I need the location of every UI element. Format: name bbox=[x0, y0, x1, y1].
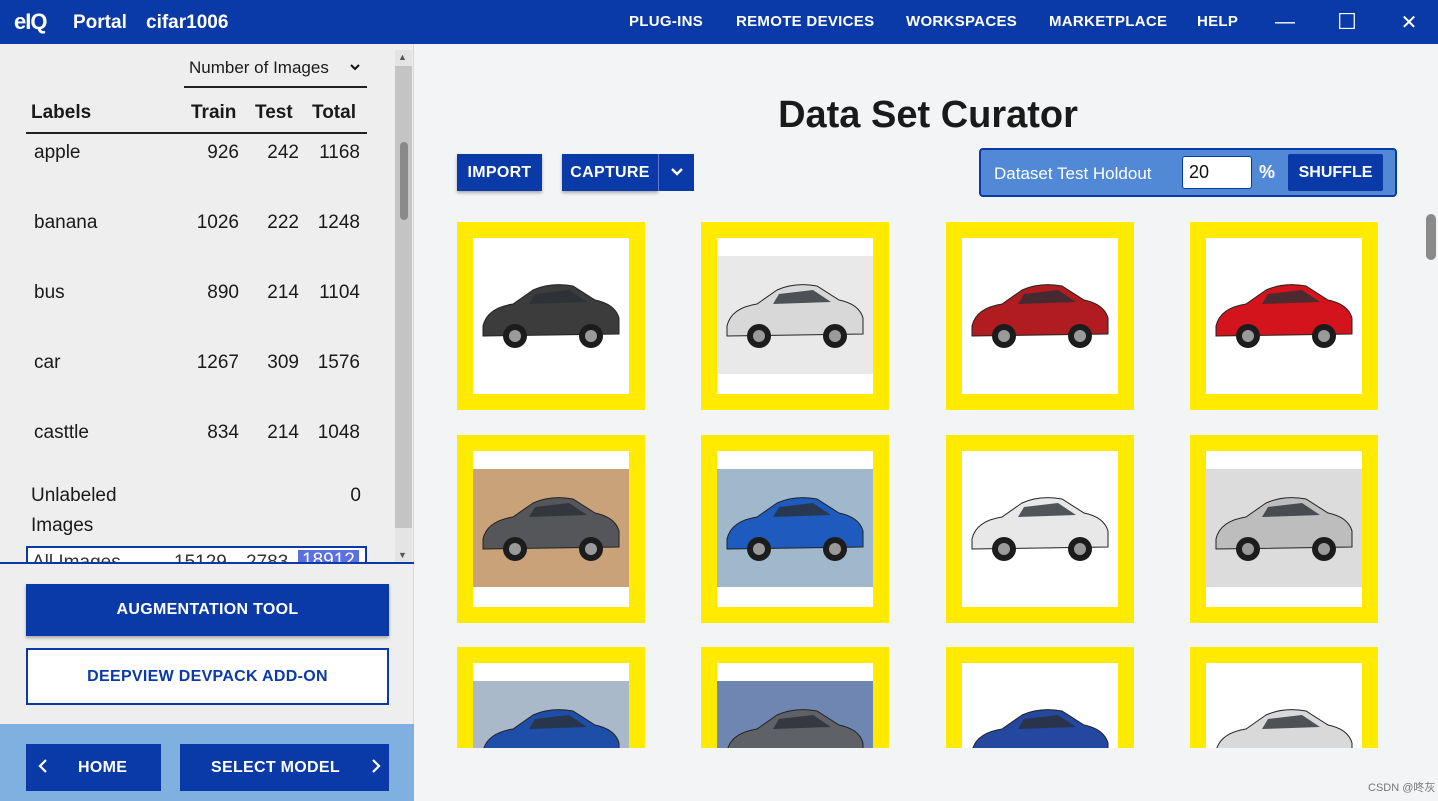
select-model-button[interactable]: SELECT MODEL bbox=[180, 744, 389, 791]
car-image-10 bbox=[717, 663, 873, 748]
chevron-left-icon bbox=[38, 756, 48, 779]
image-tile[interactable] bbox=[457, 435, 645, 623]
car-image-2 bbox=[717, 238, 873, 394]
image-tile[interactable] bbox=[946, 435, 1134, 623]
image-tile[interactable] bbox=[1190, 435, 1378, 623]
home-button[interactable]: HOME bbox=[26, 744, 161, 791]
grid-scroll-thumb[interactable] bbox=[1426, 214, 1436, 260]
image-tile[interactable] bbox=[701, 647, 889, 748]
image-tile[interactable] bbox=[457, 222, 645, 410]
car-image-1 bbox=[473, 238, 629, 394]
image-grid bbox=[0, 0, 1438, 748]
car-image-4 bbox=[1206, 238, 1362, 394]
image-tile[interactable] bbox=[946, 222, 1134, 410]
home-label: HOME bbox=[78, 758, 128, 776]
image-tile[interactable] bbox=[946, 647, 1134, 748]
car-image-11 bbox=[962, 663, 1118, 748]
watermark: CSDN @咚灰 bbox=[1368, 782, 1436, 794]
car-image-6 bbox=[717, 451, 873, 607]
image-tile[interactable] bbox=[1190, 647, 1378, 748]
image-tile[interactable] bbox=[1190, 222, 1378, 410]
image-tile[interactable] bbox=[701, 222, 889, 410]
car-image-3 bbox=[962, 238, 1118, 394]
select-model-label: SELECT MODEL bbox=[211, 758, 340, 776]
image-tile[interactable] bbox=[457, 647, 645, 748]
image-tile[interactable] bbox=[701, 435, 889, 623]
car-image-5 bbox=[473, 451, 629, 607]
chevron-right-icon bbox=[371, 756, 381, 779]
car-image-8 bbox=[1206, 451, 1362, 607]
car-image-7 bbox=[962, 451, 1118, 607]
car-image-9 bbox=[473, 663, 629, 748]
car-image-12 bbox=[1206, 663, 1362, 748]
